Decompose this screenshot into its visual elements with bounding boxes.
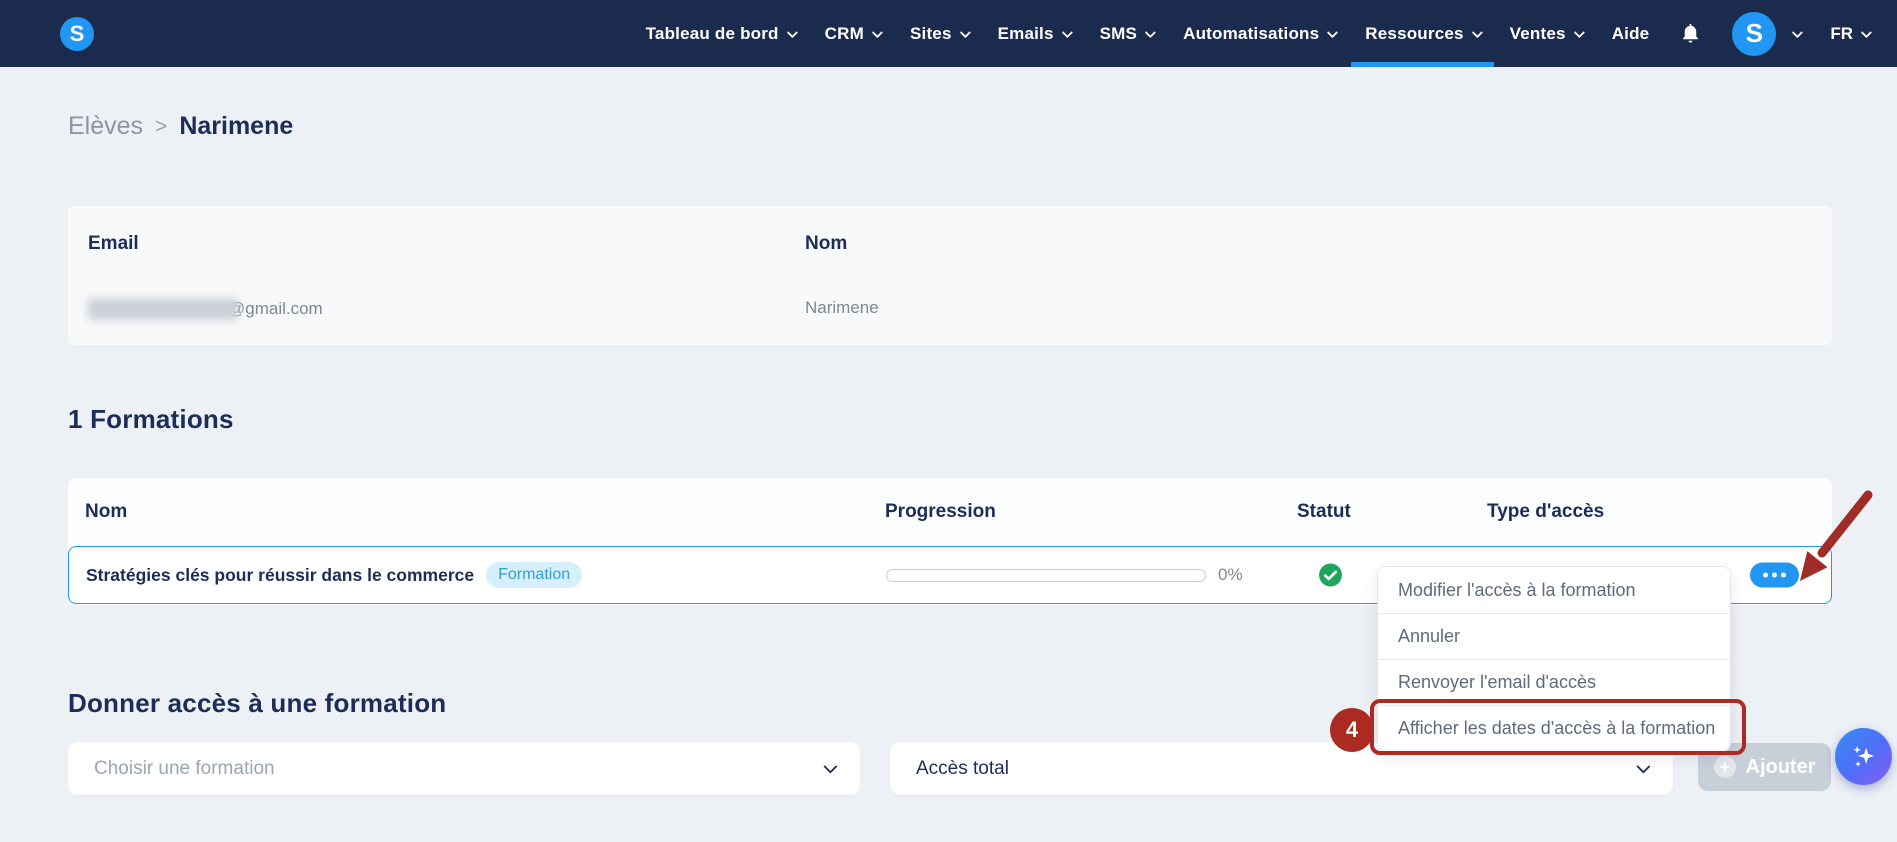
nav-item-sms[interactable]: SMS xyxy=(1099,0,1157,67)
sparkles-icon xyxy=(1852,745,1874,767)
nav-item-emails[interactable]: Emails xyxy=(997,0,1073,67)
chevron-down-icon xyxy=(1629,759,1651,778)
menu-item-afficher-dates-acces[interactable]: Afficher les dates d'accès à la formatio… xyxy=(1378,705,1730,751)
formation-name: Stratégies clés pour réussir dans le com… xyxy=(86,564,475,585)
menu-item-annuler[interactable]: Annuler xyxy=(1378,613,1730,659)
nav-label: SMS xyxy=(1099,23,1138,43)
formation-select-placeholder: Choisir une formation xyxy=(94,757,275,779)
row-actions-menu: Modifier l'accès à la formation Annuler … xyxy=(1378,567,1730,751)
bell-icon xyxy=(1683,23,1699,43)
column-header-nom: Nom xyxy=(85,501,128,522)
chevron-down-icon xyxy=(1061,26,1073,38)
ellipsis-icon xyxy=(1763,572,1768,578)
redacted-email-blur xyxy=(88,298,238,320)
menu-item-modifier-acces[interactable]: Modifier l'accès à la formation xyxy=(1378,567,1730,613)
column-header-statut: Statut xyxy=(1297,501,1351,522)
status-cell xyxy=(1318,563,1343,588)
menu-item-renvoyer-email[interactable]: Renvoyer l'email d'accès xyxy=(1378,659,1730,705)
nav-label: Sites xyxy=(909,23,952,43)
give-access-title: Donner accès à une formation xyxy=(68,688,447,718)
nav-item-aide[interactable]: Aide xyxy=(1612,0,1650,67)
nav-label: Ventes xyxy=(1509,23,1566,43)
ellipsis-icon xyxy=(1772,572,1777,578)
nav-item-sites[interactable]: Sites xyxy=(909,0,971,67)
email-label: Email xyxy=(88,233,139,254)
user-avatar: S xyxy=(1732,11,1777,56)
row-actions-button[interactable] xyxy=(1750,562,1799,588)
chevron-down-icon xyxy=(1792,26,1804,38)
add-button-label: Ajouter xyxy=(1745,755,1816,778)
notifications-button[interactable] xyxy=(1679,22,1702,45)
chevron-down-icon xyxy=(1573,26,1585,38)
nav-item-crm[interactable]: CRM xyxy=(824,0,884,67)
status-check-icon xyxy=(1319,563,1342,587)
formations-count-title: 1 Formations xyxy=(68,404,234,434)
brand-logo[interactable]: S xyxy=(60,16,94,51)
chevron-down-icon xyxy=(1144,26,1157,38)
chevron-down-icon xyxy=(786,26,798,38)
nav-label: Aide xyxy=(1611,23,1650,43)
breadcrumb-separator: > xyxy=(155,114,168,138)
progress-percent-label: 0% xyxy=(1218,565,1243,584)
plus-icon: + xyxy=(1713,756,1736,778)
chevron-down-icon xyxy=(1860,26,1873,38)
nav-label: Automatisations xyxy=(1183,23,1320,43)
nav-item-tableau-de-bord[interactable]: Tableau de bord xyxy=(645,0,798,67)
breadcrumb-current: Narimene xyxy=(179,112,294,140)
column-header-progression: Progression xyxy=(885,501,996,522)
formation-name-cell: Stratégies clés pour réussir dans le com… xyxy=(86,562,583,588)
language-selector[interactable]: FR xyxy=(1830,23,1873,44)
account-menu[interactable]: S xyxy=(1732,11,1804,56)
breadcrumb: Elèves > Narimene xyxy=(68,112,293,141)
annotation-step-badge: 4 xyxy=(1330,708,1374,752)
chevron-down-icon xyxy=(816,759,838,778)
row-actions-cell xyxy=(1750,562,1799,588)
progress-bar xyxy=(886,568,1206,582)
name-value: Narimene xyxy=(805,298,879,317)
breadcrumb-parent[interactable]: Elèves xyxy=(68,112,143,141)
chevron-down-icon xyxy=(871,26,884,38)
chevron-down-icon xyxy=(959,26,971,38)
nav-item-automatisations[interactable]: Automatisations xyxy=(1183,0,1339,67)
nav-item-ressources[interactable]: Ressources xyxy=(1351,0,1495,67)
assistant-fab-button[interactable] xyxy=(1835,728,1892,785)
nav-label: Ressources xyxy=(1365,23,1464,43)
ellipsis-icon xyxy=(1781,572,1786,578)
email-domain-text: @gmail.com xyxy=(228,299,323,318)
column-header-type-acces: Type d'accès xyxy=(1487,501,1605,522)
nav-label: Emails xyxy=(997,23,1054,43)
main-nav: Tableau de bord CRM Sites Emails SMS Aut… xyxy=(645,0,1873,67)
nav-item-ventes[interactable]: Ventes xyxy=(1509,0,1585,67)
nav-label: CRM xyxy=(824,23,864,43)
chevron-down-icon xyxy=(1471,26,1483,38)
access-type-select-value: Accès total xyxy=(916,757,1009,779)
chevron-down-icon xyxy=(1327,26,1339,38)
top-navbar: S Tableau de bord CRM Sites Emails SMS A… xyxy=(0,0,1897,67)
locale-label: FR xyxy=(1830,23,1853,43)
student-info-card: Email @gmail.com Nom Narimene xyxy=(68,206,1832,345)
name-label: Nom xyxy=(805,233,848,254)
formation-select[interactable]: Choisir une formation xyxy=(68,742,860,795)
progression-cell: 0% xyxy=(886,565,1243,585)
email-value: @gmail.com xyxy=(88,298,323,320)
formation-type-badge: Formation xyxy=(486,562,583,588)
table-header-row: Nom Progression Statut Type d'accès xyxy=(68,478,1832,546)
nav-label: Tableau de bord xyxy=(645,23,779,43)
